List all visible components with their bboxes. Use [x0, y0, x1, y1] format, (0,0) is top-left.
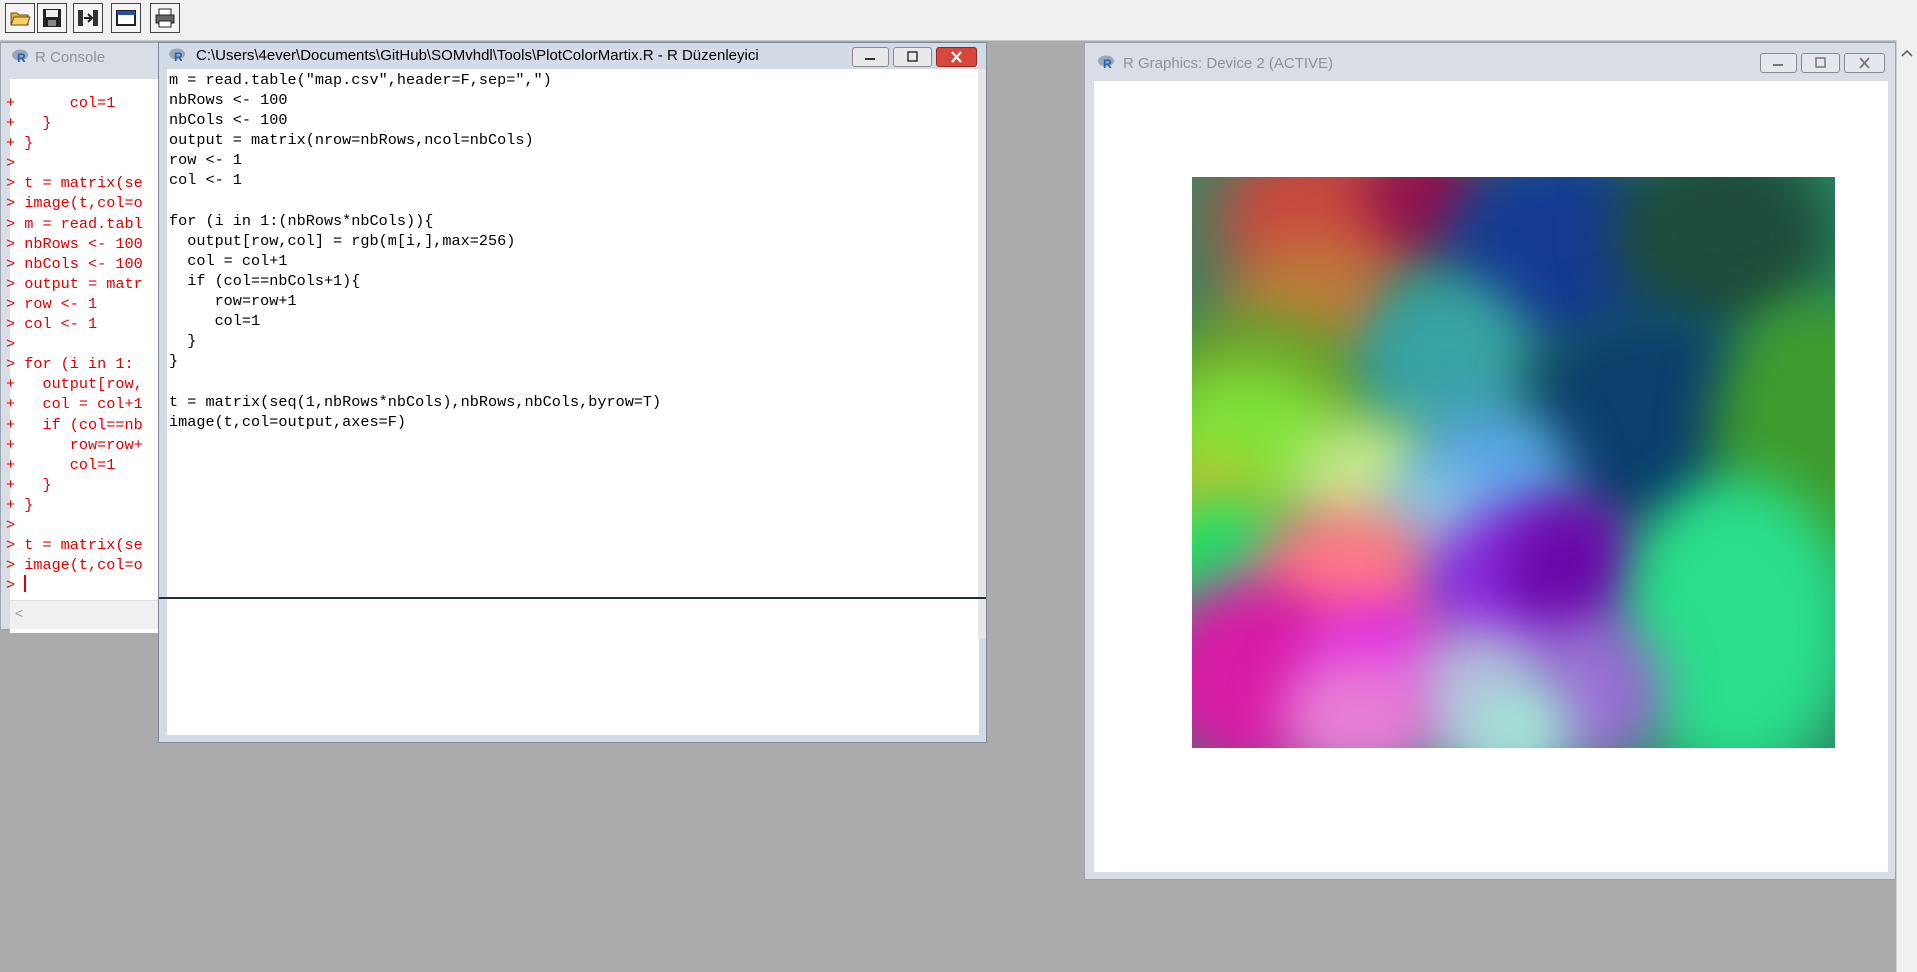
console-line: + if (col==nb [6, 415, 143, 434]
console-line: + } [6, 495, 34, 514]
scroll-up-arrow-icon[interactable] [1897, 46, 1917, 60]
printer-icon [155, 8, 175, 28]
r-logo-icon: R [1098, 55, 1114, 69]
close-button[interactable] [936, 47, 977, 67]
console-line: + col=1 [6, 94, 116, 112]
graphics-title: R Graphics: Device 2 (ACTIVE) [1123, 55, 1334, 72]
console-line: + row=row+ [6, 435, 143, 454]
maximize-button[interactable] [1801, 53, 1840, 73]
r-editor-window[interactable]: R C:\Users\4ever\Documents\GitHub\SOMvhd… [158, 42, 987, 743]
console-line: > nbRows <- 100 [6, 234, 143, 253]
editor-pane-divider [159, 597, 986, 599]
minimize-icon [1773, 64, 1783, 66]
minimize-button[interactable] [1760, 53, 1797, 73]
console-line: > image(t,col=o [6, 556, 143, 575]
r-logo-icon: R [12, 49, 28, 63]
close-icon [951, 51, 962, 63]
save-button[interactable] [37, 3, 67, 33]
console-line: > [6, 335, 16, 354]
r-console-window[interactable]: R R Console + col=1 + } + } > > t = matrix(s… [0, 42, 162, 633]
text-cursor [24, 575, 27, 593]
console-line: > col <- 1 [6, 315, 98, 334]
console-line: > [6, 154, 16, 173]
svg-text:R: R [1103, 57, 1112, 69]
maximize-button[interactable] [893, 47, 932, 67]
restore-icon [907, 51, 918, 62]
console-line: + } [6, 475, 52, 494]
svg-text:R: R [17, 51, 26, 63]
minimize-icon [865, 58, 875, 60]
close-button[interactable] [1844, 53, 1885, 73]
floppy-disk-icon [43, 9, 61, 27]
console-line: + col=1 [6, 455, 116, 474]
window-icon [116, 10, 136, 26]
color-matrix-image [1192, 177, 1835, 748]
restore-icon [1815, 57, 1826, 68]
console-line: > t = matrix(se [6, 174, 143, 193]
console-line: > [6, 515, 16, 534]
new-window-button[interactable] [111, 3, 141, 33]
close-icon [1859, 57, 1870, 69]
console-line: > output = matr [6, 274, 143, 293]
editor-code[interactable]: m = read.table("map.csv",header=F,sep=",… [169, 70, 661, 432]
console-output: + col=1 + } + } > > t = matrix(se > image(t,c… [6, 93, 143, 595]
mdi-vertical-scrollbar[interactable] [1896, 40, 1917, 972]
console-line: > m = read.tabl [6, 214, 143, 233]
svg-text:R: R [174, 50, 183, 62]
console-line: + } [6, 134, 34, 153]
console-line: > row <- 1 [6, 294, 98, 313]
scroll-left-arrow-icon[interactable]: < [15, 605, 23, 621]
console-line: > t = matrix(se [6, 536, 143, 555]
arrows-icon [78, 10, 98, 26]
minimize-button[interactable] [852, 47, 889, 67]
console-title: R Console [35, 49, 106, 66]
print-button[interactable] [150, 3, 180, 33]
open-script-button[interactable] [5, 3, 35, 33]
console-line: > nbCols <- 100 [6, 254, 143, 273]
editor-title: C:\Users\4ever\Documents\GitHub\SOMvhdl\… [196, 47, 759, 64]
console-line: > [6, 575, 27, 595]
console-line: > image(t,col=o [6, 194, 143, 213]
folder-open-icon [10, 12, 31, 26]
editor-vertical-scrollbar[interactable] [978, 69, 986, 639]
console-horizontal-scrollbar[interactable]: < [10, 600, 162, 629]
console-line: + col = col+1 [6, 395, 143, 414]
console-line: > for (i in 1: [6, 355, 134, 374]
console-line: + output[row, [6, 375, 143, 394]
r-logo-icon: R [169, 48, 185, 62]
main-toolbar [0, 0, 1917, 41]
load-workspace-button[interactable] [73, 3, 103, 33]
console-line: + } [6, 114, 52, 133]
